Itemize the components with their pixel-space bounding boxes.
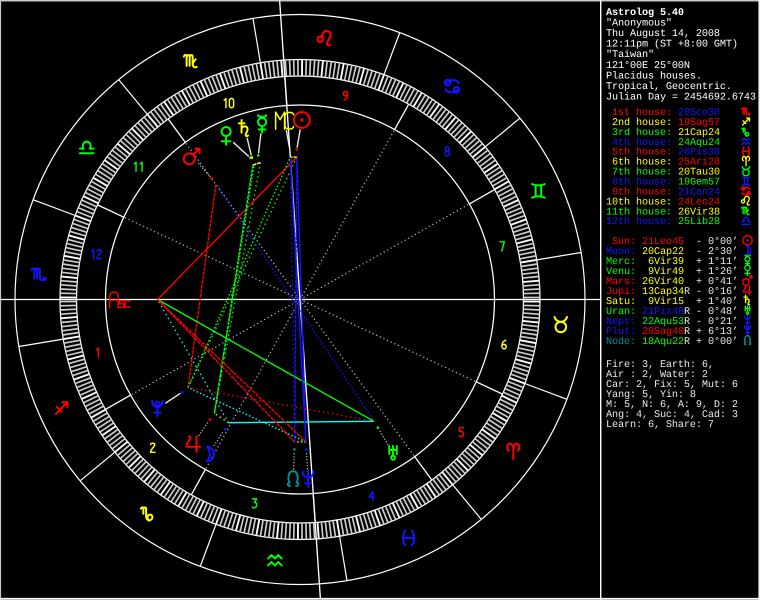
svg-text:121°00E 25°00N: 121°00E 25°00N xyxy=(606,61,690,72)
svg-text:18Aqu22: 18Aqu22 xyxy=(642,337,684,348)
svg-text:Julian Day = 2454692.6743: Julian Day = 2454692.6743 xyxy=(606,91,756,103)
svg-text:25Lib28: 25Lib28 xyxy=(678,216,720,228)
svg-text:Astrolog 5.40: Astrolog 5.40 xyxy=(606,7,684,19)
svg-text:"Taiwan": "Taiwan" xyxy=(606,49,654,61)
svg-text:Thu August 14, 2008: Thu August 14, 2008 xyxy=(606,28,720,40)
svg-text:"Anonymous": "Anonymous" xyxy=(606,18,672,30)
svg-text:Placidus houses.: Placidus houses. xyxy=(606,70,702,82)
svg-text:Learn: 6, Share: 7: Learn: 6, Share: 7 xyxy=(606,419,714,431)
svg-text:R: R xyxy=(684,337,690,348)
svg-text:R: R xyxy=(684,287,690,298)
svg-text:12th house:: 12th house: xyxy=(606,216,672,228)
svg-text:+ 0°00’: + 0°00’ xyxy=(696,336,738,348)
svg-text:Tropical, Geocentric.: Tropical, Geocentric. xyxy=(606,81,732,93)
svg-text:Node:: Node: xyxy=(606,336,636,348)
svg-text:12:11pm (ST +8:00 GMT): 12:11pm (ST +8:00 GMT) xyxy=(606,39,738,51)
